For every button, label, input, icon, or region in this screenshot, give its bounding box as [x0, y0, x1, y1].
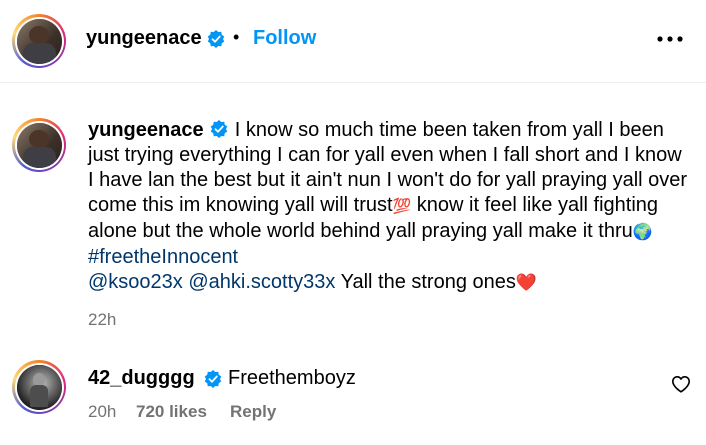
caption-username[interactable]: yungeenace — [88, 119, 204, 141]
header-username[interactable]: yungeenace — [86, 27, 202, 50]
hashtag-link[interactable]: #freetheInnocent — [88, 246, 238, 268]
header-separator: • — [233, 27, 240, 47]
verified-badge-icon — [204, 370, 222, 388]
globe-emoji: 🌍 — [632, 224, 653, 241]
mention-link-ksoo23x[interactable]: @ksoo23x — [88, 271, 183, 293]
caption-timestamp[interactable]: 22h — [88, 310, 116, 330]
caption-avatar[interactable] — [12, 118, 66, 172]
comment-text: Freethemboyz — [228, 367, 356, 389]
comment-timestamp[interactable]: 20h — [88, 402, 116, 422]
more-horizontal-icon[interactable] — [656, 35, 684, 43]
heart-emoji: ❤️ — [515, 273, 538, 292]
comment-username[interactable]: 42_dugggg — [88, 367, 195, 390]
post-header: yungeenace • Follow — [0, 0, 706, 83]
heart-outline-icon[interactable] — [671, 375, 691, 393]
caption-text-end: Yall the strong ones — [335, 271, 516, 293]
verified-badge-icon — [210, 120, 228, 138]
comment-likes-count[interactable]: 720 likes — [136, 402, 207, 422]
reply-button[interactable]: Reply — [230, 402, 276, 422]
comment-avatar[interactable] — [12, 360, 66, 414]
hundred-emoji: 💯 — [392, 198, 412, 215]
mention-link-ahki-scotty33x[interactable]: @ahki.scotty33x — [188, 271, 335, 293]
header-avatar[interactable] — [12, 14, 66, 68]
verified-badge-icon — [207, 30, 225, 48]
caption-body: yungeenace I know so much time been take… — [88, 118, 688, 295]
follow-button[interactable]: Follow — [253, 27, 316, 50]
